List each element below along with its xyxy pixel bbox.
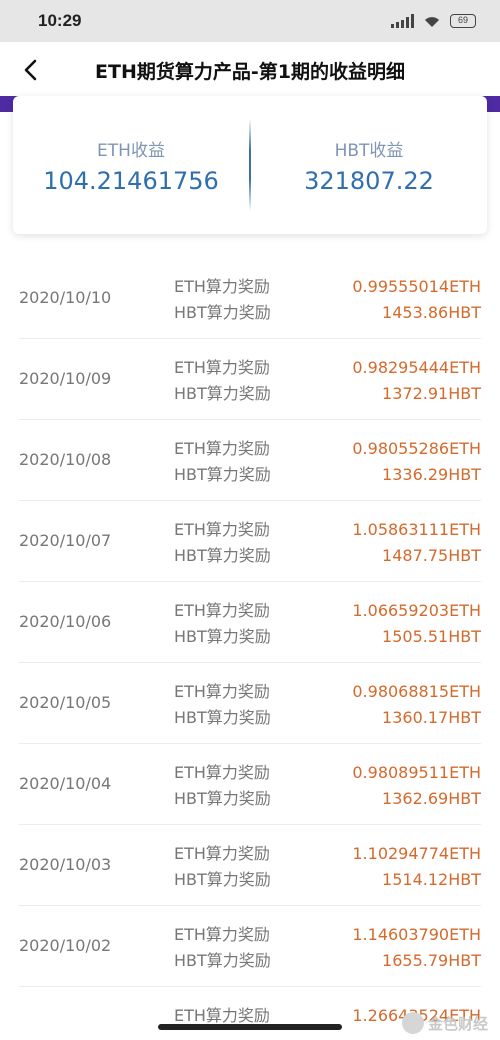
- record-labels: ETH算力奖励 HBT算力奖励: [174, 598, 271, 650]
- hbt-reward-value: 1372.91HBT: [382, 384, 481, 403]
- page-title: ETH期货算力产品-第1期的收益明细: [95, 60, 405, 83]
- hbt-reward-label: HBT算力奖励: [174, 951, 271, 970]
- eth-reward-value: 1.06659203ETH: [352, 601, 481, 620]
- record-row: 2020/10/02 ETH算力奖励 HBT算力奖励 1.14603790ETH…: [19, 906, 481, 987]
- record-row: 2020/10/08 ETH算力奖励 HBT算力奖励 0.98055286ETH…: [19, 420, 481, 501]
- record-date: 2020/10/06: [19, 612, 112, 631]
- status-icons: 69: [391, 14, 476, 28]
- record-row: 2020/10/03 ETH算力奖励 HBT算力奖励 1.10294774ETH…: [19, 825, 481, 906]
- eth-reward-label: ETH算力奖励: [174, 358, 270, 377]
- hbt-reward-value: 1336.29HBT: [382, 465, 481, 484]
- hbt-reward-value: 1360.17HBT: [382, 708, 481, 727]
- watermark: 金色财经: [401, 1012, 488, 1034]
- record-row: 2020/10/09 ETH算力奖励 HBT算力奖励 0.98295444ETH…: [19, 339, 481, 420]
- record-row: 2020/10/10 ETH算力奖励 HBT算力奖励 0.99555014ETH…: [19, 258, 481, 339]
- eth-summary: ETH收益 104.21461756: [13, 136, 249, 195]
- record-values: 0.99555014ETH 1453.86HBT: [352, 274, 481, 326]
- hbt-reward-label: HBT算力奖励: [174, 546, 271, 565]
- eth-reward-label: ETH算力奖励: [174, 520, 270, 539]
- record-labels: ETH算力奖励 HBT算力奖励: [174, 841, 271, 893]
- watermark-text: 金色财经: [427, 1014, 488, 1033]
- record-date: 2020/10/05: [19, 693, 112, 712]
- eth-summary-value: 104.21461756: [43, 166, 219, 195]
- record-labels: ETH算力奖励 HBT算力奖励: [174, 436, 271, 488]
- record-labels: ETH算力奖励 HBT算力奖励: [174, 922, 271, 974]
- record-date: 2020/10/03: [19, 855, 112, 874]
- record-date: 2020/10/02: [19, 936, 112, 955]
- watermark-logo-icon: [401, 1012, 424, 1034]
- record-values: 0.98295444ETH 1372.91HBT: [352, 355, 481, 407]
- record-values: 1.14603790ETH 1655.79HBT: [352, 922, 481, 974]
- hbt-reward-label: HBT算力奖励: [174, 384, 271, 403]
- signal-icon: [391, 14, 414, 28]
- hbt-reward-label: HBT算力奖励: [174, 465, 271, 484]
- eth-reward-label: ETH算力奖励: [174, 277, 270, 296]
- record-values: 0.98089511ETH 1362.69HBT: [352, 760, 481, 812]
- record-labels: ETH算力奖励 HBT算力奖励: [174, 760, 271, 812]
- record-date: 2020/10/10: [19, 288, 112, 307]
- record-labels: ETH算力奖励 HBT算力奖励: [174, 679, 271, 731]
- back-arrow-icon[interactable]: [18, 56, 46, 84]
- earnings-record-list: 2020/10/10 ETH算力奖励 HBT算力奖励 0.99555014ETH…: [0, 258, 500, 1040]
- eth-summary-label: ETH收益: [97, 140, 165, 161]
- record-row: 2020/10/04 ETH算力奖励 HBT算力奖励 0.98089511ETH…: [19, 744, 481, 825]
- eth-reward-label: ETH算力奖励: [174, 601, 270, 620]
- eth-reward-label: ETH算力奖励: [174, 682, 270, 701]
- hbt-reward-label: HBT算力奖励: [174, 870, 271, 889]
- earnings-summary-card: ETH收益 104.21461756 HBT收益 321807.22: [13, 96, 487, 234]
- record-row: 2020/10/07 ETH算力奖励 HBT算力奖励 1.05863111ETH…: [19, 501, 481, 582]
- eth-reward-value: 0.98089511ETH: [352, 763, 481, 782]
- eth-reward-value: 0.99555014ETH: [352, 277, 481, 296]
- eth-reward-label: ETH算力奖励: [174, 844, 270, 863]
- battery-icon: 69: [450, 14, 476, 28]
- record-row: 2020/10/06 ETH算力奖励 HBT算力奖励 1.06659203ETH…: [19, 582, 481, 663]
- wifi-icon: [425, 17, 439, 27]
- eth-reward-value: 1.05863111ETH: [352, 520, 481, 539]
- hbt-reward-label: HBT算力奖励: [174, 303, 271, 322]
- record-values: 1.06659203ETH 1505.51HBT: [352, 598, 481, 650]
- eth-reward-value: 1.10294774ETH: [352, 844, 481, 863]
- app-header: ETH期货算力产品-第1期的收益明细: [0, 42, 500, 98]
- hbt-summary-label: HBT收益: [334, 140, 404, 161]
- hbt-summary-value: 321807.22: [304, 166, 434, 195]
- record-date: 2020/10/04: [19, 774, 112, 793]
- status-bar: 10:29 69: [0, 0, 500, 42]
- record-values: 0.98055286ETH 1336.29HBT: [352, 436, 481, 488]
- record-date: 2020/10/09: [19, 369, 112, 388]
- hbt-reward-value: 1362.69HBT: [382, 789, 481, 808]
- record-values: 1.05863111ETH 1487.75HBT: [352, 517, 481, 569]
- hbt-summary: HBT收益 321807.22: [251, 136, 487, 195]
- eth-reward-value: 0.98068815ETH: [352, 682, 481, 701]
- eth-reward-label: ETH算力奖励: [174, 439, 270, 458]
- eth-reward-label: ETH算力奖励: [174, 763, 270, 782]
- record-labels: ETH算力奖励 HBT算力奖励: [174, 355, 271, 407]
- record-values: 0.98068815ETH 1360.17HBT: [352, 679, 481, 731]
- record-row: 2020/10/05 ETH算力奖励 HBT算力奖励 0.98068815ETH…: [19, 663, 481, 744]
- hbt-reward-label: HBT算力奖励: [174, 627, 271, 646]
- eth-reward-value: 0.98295444ETH: [352, 358, 481, 377]
- hbt-reward-label: HBT算力奖励: [174, 708, 271, 727]
- record-date: 2020/10/07: [19, 531, 112, 550]
- record-values: 1.10294774ETH 1514.12HBT: [352, 841, 481, 893]
- status-time: 10:29: [38, 11, 82, 30]
- eth-reward-value: 0.98055286ETH: [352, 439, 481, 458]
- hbt-reward-value: 1487.75HBT: [382, 546, 481, 565]
- record-labels: ETH算力奖励 HBT算力奖励: [174, 517, 271, 569]
- hbt-reward-value: 1453.86HBT: [382, 303, 481, 322]
- hbt-reward-value: 1655.79HBT: [382, 951, 481, 970]
- record-labels: ETH算力奖励 HBT算力奖励: [174, 274, 271, 326]
- hbt-reward-value: 1514.12HBT: [382, 870, 481, 889]
- eth-reward-label: ETH算力奖励: [174, 925, 270, 944]
- hbt-reward-value: 1505.51HBT: [382, 627, 481, 646]
- eth-reward-value: 1.14603790ETH: [352, 925, 481, 944]
- hbt-reward-label: HBT算力奖励: [174, 789, 271, 808]
- home-indicator[interactable]: [158, 1024, 342, 1030]
- record-date: 2020/10/08: [19, 450, 112, 469]
